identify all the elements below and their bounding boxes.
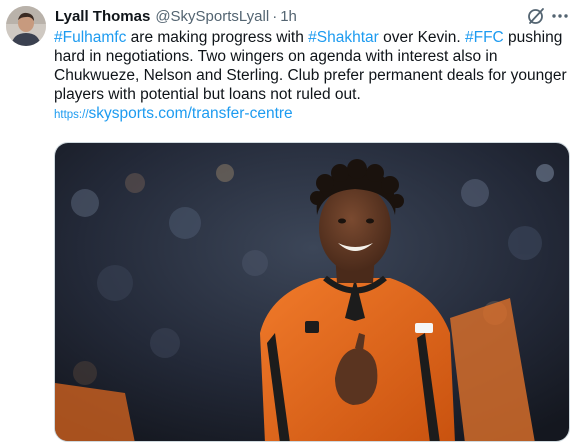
- tweet-timestamp[interactable]: 1h: [280, 8, 297, 25]
- text-segment: over Kevin.: [378, 29, 465, 46]
- grok-icon[interactable]: [526, 6, 546, 26]
- separator-dot: ·: [272, 7, 278, 25]
- tweet-photo[interactable]: [54, 142, 570, 442]
- url-protocol: https://: [54, 109, 89, 121]
- tweet-text-line-2: hard in negotiations. Two wingers on age…: [54, 48, 498, 65]
- hashtag-shakhtar[interactable]: #Shakhtar: [308, 29, 379, 46]
- tweet-text-line-3: Chukwueze, Nelson and Sterling. Club pre…: [54, 67, 567, 84]
- url-path: skysports.com/transfer-centre: [88, 105, 293, 122]
- hashtag-fulhamfc[interactable]: #Fulhamfc: [54, 29, 126, 46]
- text-segment: are making progress with: [126, 29, 309, 46]
- avatar[interactable]: [6, 6, 46, 46]
- tweet-text: #Fulhamfc are making progress with #Shak…: [54, 28, 570, 125]
- avatar-image: [6, 6, 46, 46]
- more-options-icon[interactable]: [550, 6, 570, 26]
- author-handle[interactable]: @SkySportsLyall: [155, 8, 269, 25]
- transfer-centre-link[interactable]: https://skysports.com/transfer-centre: [54, 104, 570, 125]
- hashtag-ffc[interactable]: #FFC: [465, 29, 504, 46]
- tweet-text-line-1: #Fulhamfc are making progress with #Shak…: [54, 28, 570, 47]
- author-display-name[interactable]: Lyall Thomas: [55, 8, 150, 25]
- player-celebration-photo: [55, 143, 569, 441]
- text-segment: pushing: [503, 29, 563, 46]
- tweet-header: Lyall Thomas @SkySportsLyall · 1h: [55, 6, 297, 26]
- tweet-text-line-4: players with potential but loans not rul…: [54, 86, 361, 103]
- tweet-card[interactable]: Lyall Thomas @SkySportsLyall · 1h #Fulha…: [0, 0, 573, 442]
